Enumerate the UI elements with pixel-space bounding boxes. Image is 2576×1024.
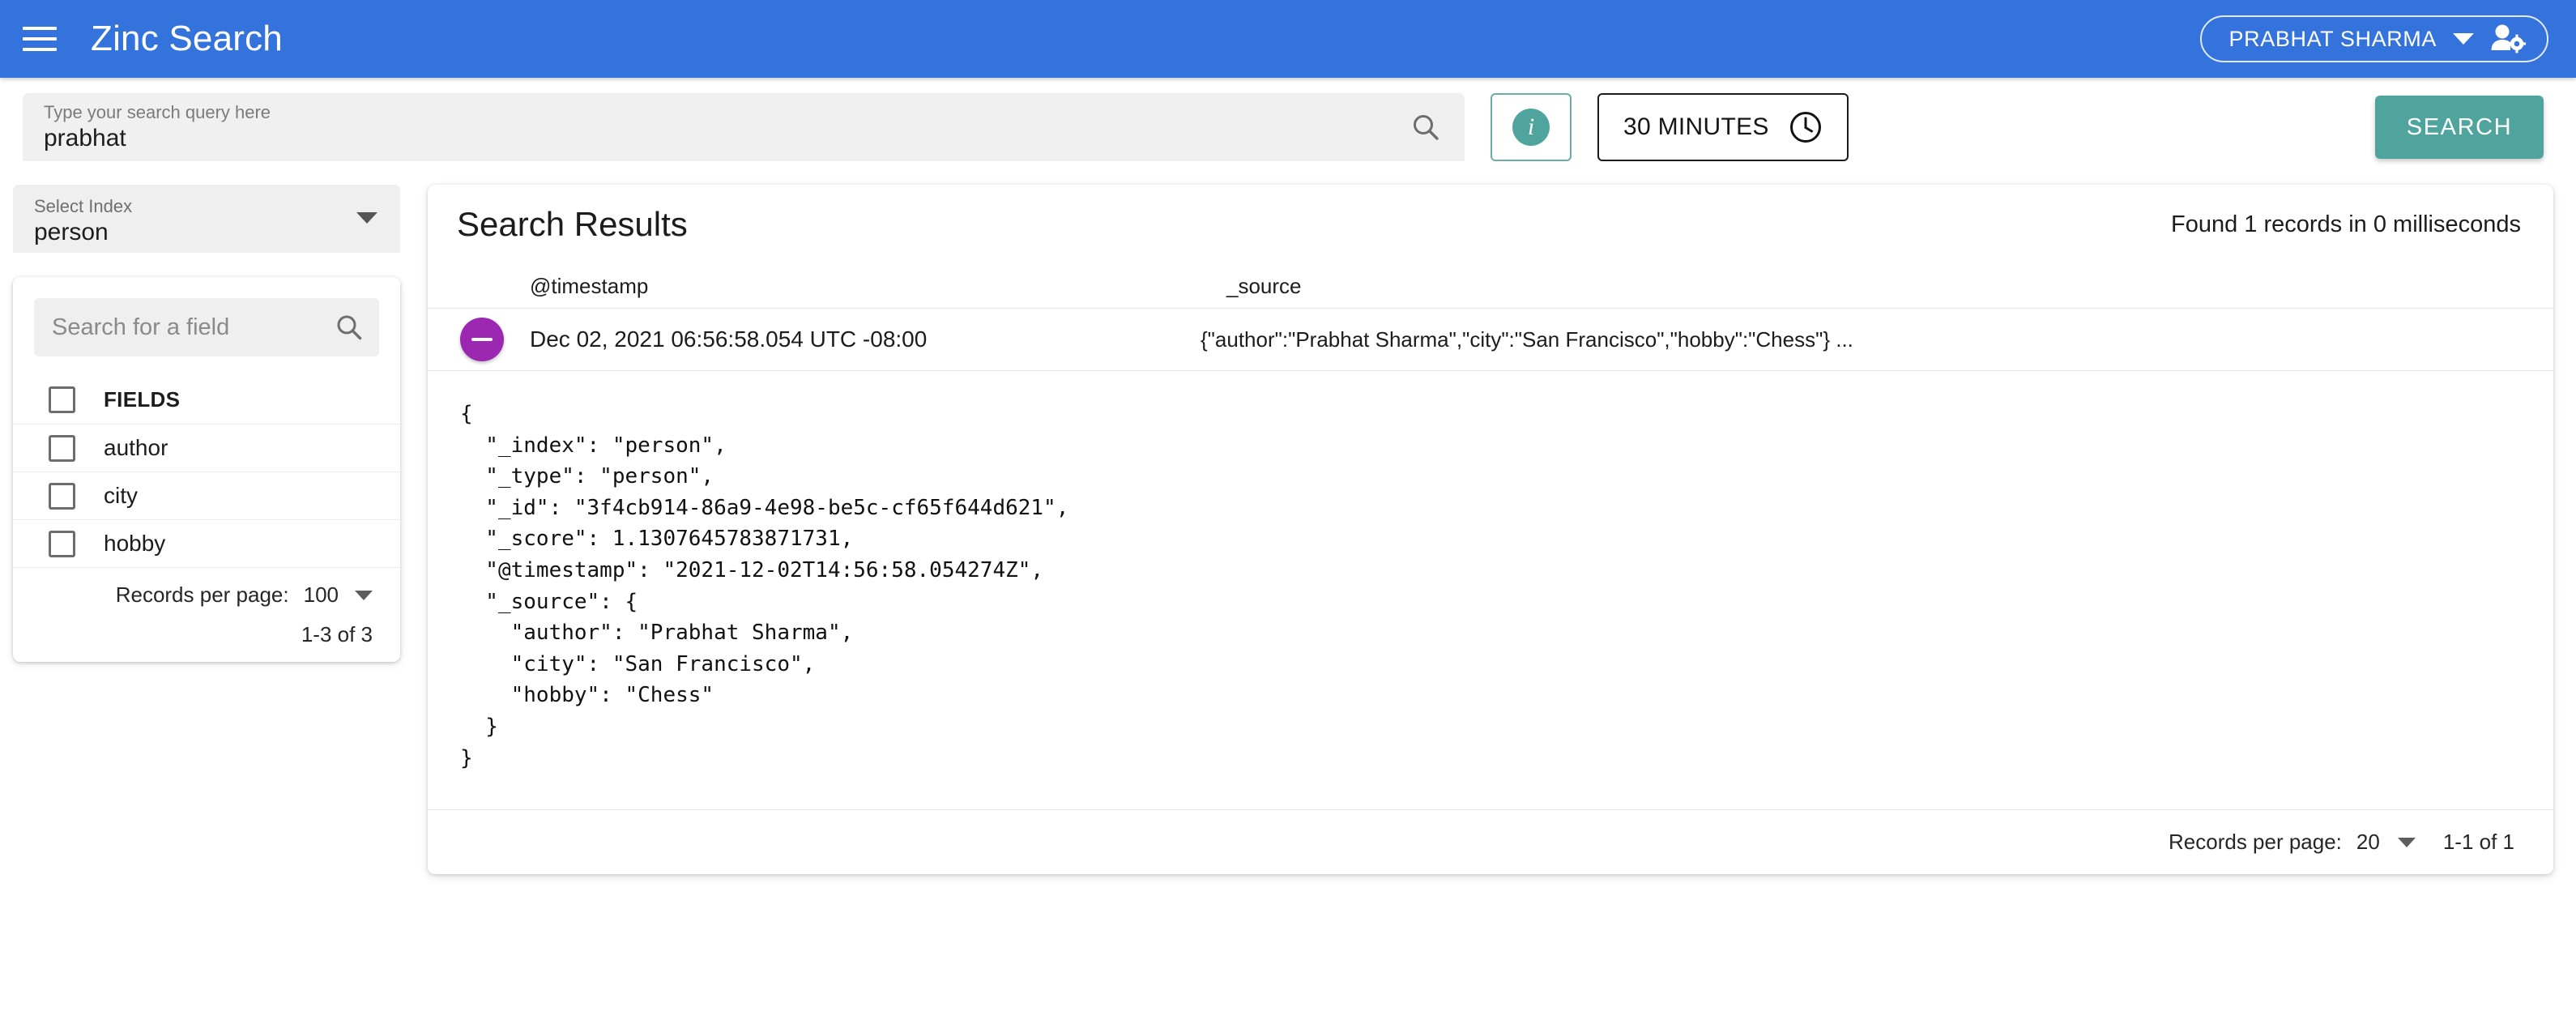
search-icon[interactable] <box>1411 113 1440 142</box>
chevron-down-icon[interactable] <box>2397 837 2416 847</box>
search-query-label: Type your search query here <box>44 102 271 122</box>
hamburger-menu-icon[interactable] <box>23 20 60 58</box>
field-checkbox[interactable] <box>49 434 75 462</box>
minus-circle-icon[interactable] <box>460 318 504 361</box>
user-menu-button[interactable]: PRABHAT SHARMA <box>2199 15 2548 62</box>
field-label: hobby <box>104 531 166 556</box>
search-icon[interactable] <box>335 314 363 341</box>
page-bottom-edge <box>0 1003 2576 1024</box>
index-select-label: Select Index <box>34 196 133 216</box>
clock-icon <box>1789 110 1823 144</box>
select-all-fields-checkbox[interactable] <box>49 386 75 413</box>
info-button[interactable]: i <box>1491 93 1572 161</box>
results-column-headers: @timestamp _source <box>428 264 2553 308</box>
time-range-label: 30 MINUTES <box>1623 113 1769 140</box>
app-title: Zinc Search <box>91 19 283 58</box>
fields-pagination: Records per page: 100 1-3 of 3 <box>13 567 400 660</box>
field-checkbox[interactable] <box>49 482 75 510</box>
column-header-source: _source <box>1226 273 1302 298</box>
page-title: Search Results <box>457 205 688 243</box>
top-app-bar: Zinc Search PRABHAT SHARMA <box>0 0 2576 78</box>
search-query-value: prabhat <box>44 125 126 151</box>
search-query-input[interactable]: Type your search query here prabhat <box>23 93 1465 161</box>
info-icon: i <box>1512 109 1550 146</box>
person-gear-icon <box>2490 23 2526 54</box>
chevron-down-icon[interactable] <box>355 590 373 600</box>
fields-panel: Search for a field FIELDS author city ho… <box>13 277 400 662</box>
user-name-label: PRABHAT SHARMA <box>2228 26 2437 51</box>
fields-header-row[interactable]: FIELDS <box>13 376 400 424</box>
field-search-placeholder: Search for a field <box>52 314 230 340</box>
query-toolbar: Type your search query here prabhat i 30… <box>0 78 2576 177</box>
chevron-down-icon <box>2453 33 2474 45</box>
search-results-header: Search Results Found 1 records in 0 mill… <box>428 185 2553 264</box>
search-button[interactable]: SEARCH <box>2375 96 2544 159</box>
index-select-value: person <box>34 219 109 245</box>
row-timestamp: Dec 02, 2021 06:56:58.054 UTC -08:00 <box>530 326 928 352</box>
row-source-preview: {"author":"Prabhat Sharma","city":"San F… <box>1201 326 1853 352</box>
field-label: author <box>104 435 168 460</box>
records-per-page-value[interactable]: 100 <box>304 582 339 608</box>
column-header-timestamp: @timestamp <box>530 273 649 298</box>
index-select[interactable]: Select Index person <box>13 185 400 253</box>
found-records-label: Found 1 records in 0 milliseconds <box>2171 211 2521 237</box>
records-per-page-label: Records per page: <box>2169 830 2342 855</box>
chevron-down-icon[interactable] <box>356 212 377 224</box>
left-sidebar: Select Index person Search for a field F… <box>13 185 400 662</box>
fields-range-label: 1-3 of 3 <box>301 622 373 646</box>
search-results-panel: Search Results Found 1 records in 0 mill… <box>428 185 2553 875</box>
field-item-city[interactable]: city <box>13 471 400 519</box>
field-item-author[interactable]: author <box>13 424 400 471</box>
table-row[interactable]: Dec 02, 2021 06:56:58.054 UTC -08:00 {"a… <box>428 308 2553 371</box>
document-json: { "_index": "person", "_type": "person",… <box>460 402 1069 770</box>
field-item-hobby[interactable]: hobby <box>13 519 400 567</box>
fields-header-label: FIELDS <box>104 387 181 412</box>
field-checkbox[interactable] <box>49 530 75 557</box>
records-per-page-label: Records per page: <box>115 582 289 607</box>
results-pagination: Records per page: 20 1-1 of 1 <box>428 809 2553 874</box>
results-range-label: 1-1 of 1 <box>2442 830 2514 855</box>
time-range-button[interactable]: 30 MINUTES <box>1597 93 1849 161</box>
minus-glyph <box>471 338 493 341</box>
field-label: city <box>104 483 138 508</box>
records-per-page-value[interactable]: 20 <box>2356 830 2380 855</box>
field-search-input[interactable]: Search for a field <box>34 298 379 356</box>
